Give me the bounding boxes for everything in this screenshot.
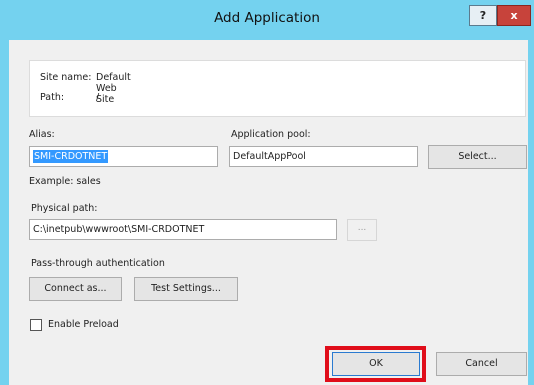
path-row: Path: / — [40, 92, 99, 103]
alias-input[interactable]: SMI-CRDOTNET — [29, 146, 218, 167]
ok-button[interactable]: OK — [332, 352, 420, 376]
pass-through-auth-label: Pass-through authentication — [31, 258, 165, 269]
site-info-box: Site name: Default Web Site Path: / — [29, 60, 526, 117]
enable-preload-checkbox[interactable] — [30, 319, 42, 331]
physical-path-input[interactable]: C:\inetpub\wwwroot\SMI-CRDOTNET — [29, 219, 337, 240]
select-app-pool-button[interactable]: Select... — [428, 145, 527, 169]
browse-path-button[interactable]: ... — [347, 219, 377, 241]
app-pool-label: Application pool: — [231, 129, 311, 140]
test-settings-button[interactable]: Test Settings... — [134, 277, 238, 301]
alias-value: SMI-CRDOTNET — [33, 150, 109, 163]
site-name-row: Site name: Default Web Site — [40, 72, 131, 105]
close-button[interactable]: x — [497, 5, 531, 26]
alias-label: Alias: — [29, 129, 55, 140]
help-button[interactable]: ? — [469, 5, 497, 26]
path-label: Path: — [40, 92, 65, 103]
site-name-value: Default Web Site — [96, 72, 131, 105]
alias-example: Example: sales — [29, 176, 101, 187]
path-value: / — [96, 92, 100, 103]
window-frame-left — [0, 40, 9, 385]
site-name-label: Site name: — [40, 72, 92, 83]
window-frame-right — [528, 40, 534, 385]
enable-preload-label: Enable Preload — [48, 319, 119, 330]
dialog-title: Add Application — [214, 10, 320, 26]
app-pool-field: DefaultAppPool — [229, 146, 418, 167]
cancel-button[interactable]: Cancel — [436, 352, 527, 376]
connect-as-button[interactable]: Connect as... — [29, 277, 122, 301]
title-bar[interactable]: Add Application ? x — [0, 0, 534, 40]
add-application-dialog: Add Application ? x Site name: Default W… — [0, 0, 534, 385]
physical-path-label: Physical path: — [31, 203, 98, 214]
